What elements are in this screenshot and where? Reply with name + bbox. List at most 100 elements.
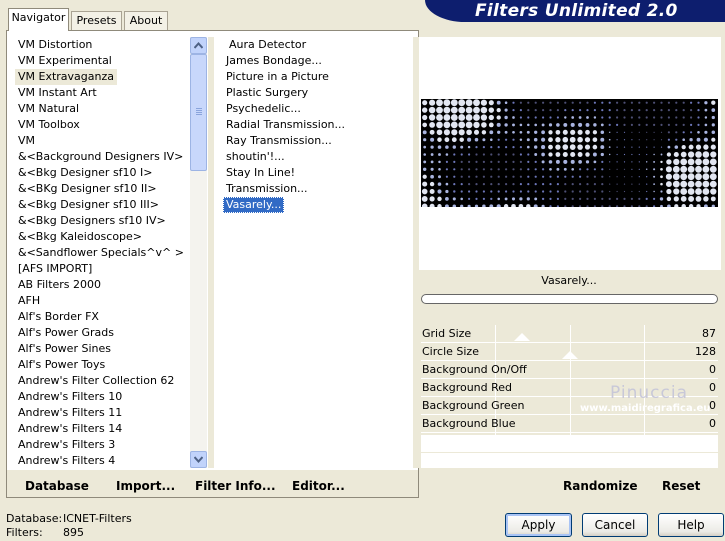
list-item[interactable]: Andrew's Filters 10 [15, 389, 189, 405]
list-item[interactable]: Aura Detector [223, 37, 409, 53]
preview-dot [680, 165, 688, 173]
list-item[interactable]: Andrew's Filters 4 [15, 453, 189, 468]
preview-dot [631, 190, 633, 193]
preview-dot [687, 188, 695, 195]
preview-dot [631, 146, 633, 148]
preview-dot [436, 121, 443, 129]
list-item[interactable]: Alf's Power Toys [15, 357, 189, 373]
list-item[interactable]: shoutin'!... [223, 149, 409, 165]
preview-dot [475, 183, 478, 186]
list-item[interactable]: Alf's Power Sines [15, 341, 189, 357]
list-item[interactable]: VM Distortion [15, 37, 189, 53]
preview-dot [480, 106, 488, 114]
list-item[interactable]: &<Bkg Designer sf10 III> [15, 197, 189, 213]
cancel-button[interactable]: Cancel [582, 513, 648, 537]
preview-dot [667, 131, 670, 134]
preview-dot [623, 131, 626, 133]
preview-dot [601, 109, 604, 112]
preview-dot [571, 183, 574, 186]
preview-dot [564, 197, 567, 200]
apply-button[interactable]: Apply [505, 513, 572, 537]
preview-dot [488, 122, 494, 128]
import-button[interactable]: Import... [116, 477, 175, 495]
list-item[interactable]: Picture in a Picture [223, 69, 409, 85]
param-grid-size[interactable]: Grid Size 87 [421, 325, 718, 343]
list-item[interactable]: Transmission... [223, 181, 409, 197]
preview-dot [680, 158, 688, 166]
list-item-selected[interactable]: Vasarely... [223, 197, 285, 213]
list-item[interactable]: Andrew's Filters 3 [15, 437, 189, 453]
tab-about[interactable]: About [124, 11, 168, 30]
list-item[interactable]: &<Background Designers IV> [15, 149, 189, 165]
list-item[interactable]: Alf's Power Grads [15, 325, 189, 341]
database-button[interactable]: Database [25, 477, 89, 495]
list-item[interactable]: Plastic Surgery [223, 85, 409, 101]
list-item[interactable]: Ray Transmission... [223, 133, 409, 149]
list-item[interactable]: [AFS IMPORT] [15, 261, 189, 277]
filter-info-button[interactable]: Filter Info... [195, 477, 276, 495]
list-item[interactable]: &<Bkg Designer sf10 I> [15, 165, 189, 181]
list-item[interactable]: VM Experimental [15, 53, 189, 69]
preview-dot [467, 204, 471, 207]
param-label: Background Blue [422, 417, 516, 430]
list-item[interactable]: Alf's Border FX [15, 309, 189, 325]
scroll-up-button[interactable] [190, 37, 207, 54]
list-item[interactable]: VM Toolbox [15, 117, 189, 133]
editor-button[interactable]: Editor... [292, 477, 345, 495]
preview-dot [601, 197, 604, 200]
list-item[interactable]: AB Filters 2000 [15, 277, 189, 293]
list-item[interactable]: Radial Transmission... [223, 117, 409, 133]
list-item[interactable]: &<BKg Designer sf10 II> [15, 181, 189, 197]
list-item[interactable]: AFH [15, 293, 189, 309]
param-background-on-off[interactable]: Background On/Off 0 [421, 361, 718, 379]
list-item[interactable]: VM Natural [15, 101, 189, 117]
preview-dot [555, 144, 561, 150]
preview-dot [592, 137, 598, 143]
preview-dot [579, 175, 582, 178]
list-item[interactable]: Stay In Line! [223, 165, 409, 181]
category-scrollbar[interactable] [190, 37, 207, 468]
preview-dot [702, 158, 710, 166]
scroll-thumb[interactable] [190, 54, 207, 171]
preview-dot [704, 130, 708, 134]
filter-list[interactable]: Aura Detector James Bondage... Picture i… [223, 37, 409, 213]
param-background-blue[interactable]: Background Blue 0 [421, 415, 718, 433]
preview-dot [437, 145, 442, 149]
preview-dot [429, 196, 435, 202]
help-button[interactable]: Help [658, 513, 724, 537]
reset-button[interactable]: Reset [662, 477, 700, 495]
preview-dot [682, 116, 685, 119]
list-item[interactable]: &<Bkg Designers sf10 IV> [15, 213, 189, 229]
preview-dot [577, 129, 583, 135]
list-item[interactable]: VM Extravaganza [15, 69, 118, 85]
tab-navigator[interactable]: Navigator [8, 8, 69, 31]
preview-dot [702, 165, 710, 173]
list-item[interactable]: VM [15, 133, 189, 149]
preview-dot [687, 173, 695, 181]
preview-dot [660, 146, 663, 148]
scroll-down-button[interactable] [190, 451, 207, 468]
preview-dot [667, 138, 670, 141]
preview-dot [460, 153, 463, 156]
list-item[interactable]: &<Sandflower Specials^v^ > [15, 245, 189, 261]
tab-presets[interactable]: Presets [71, 11, 122, 30]
preview-dot [645, 123, 648, 126]
preview-dot [453, 175, 456, 178]
list-item[interactable]: Andrew's Filter Collection 62 [15, 373, 189, 389]
preview-dot [666, 159, 672, 165]
list-item[interactable]: James Bondage... [223, 53, 409, 69]
list-item[interactable]: Andrew's Filters 14 [15, 421, 189, 437]
param-divider [421, 452, 718, 453]
randomize-button[interactable]: Randomize [563, 477, 637, 495]
preview-dot [519, 175, 522, 178]
preview-dot [423, 160, 427, 164]
preview-dot [630, 123, 633, 126]
list-item[interactable]: Andrew's Filters 11 [15, 405, 189, 421]
preview-dot [428, 106, 436, 114]
preview-dot [623, 190, 626, 193]
category-list[interactable]: VM Distortion VM Experimental VM Extrava… [15, 37, 189, 468]
list-item[interactable]: Psychedelic... [223, 101, 409, 117]
list-item[interactable]: VM Instant Art [15, 85, 189, 101]
list-item[interactable]: &<Bkg Kaleidoscope> [15, 229, 189, 245]
param-circle-size[interactable]: Circle Size 128 [421, 343, 718, 361]
